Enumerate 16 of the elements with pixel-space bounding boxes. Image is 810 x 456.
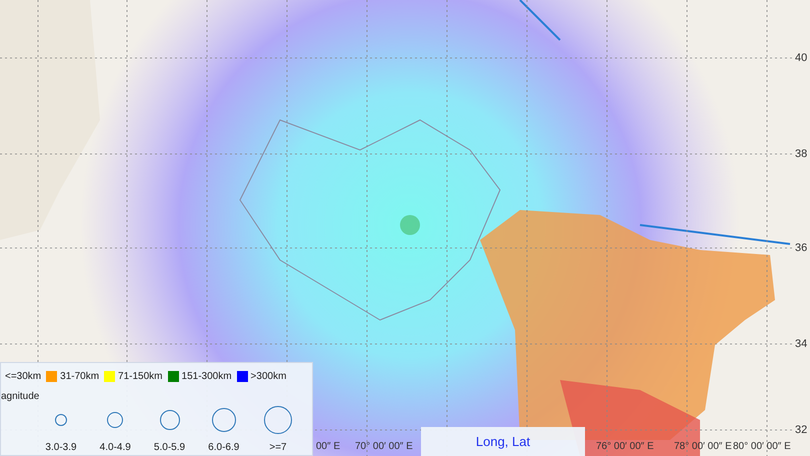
depth-label: 71-150km [118,370,163,384]
coordinate-label: Long, Lat [476,432,530,451]
depth-label: <=30km [5,370,42,384]
magnitude-label: >=7 [269,441,287,455]
magnitude-label: 5.0-5.9 [154,441,186,455]
magnitude-title: agnitude [1,390,40,404]
depth-label: 151-300km [182,370,232,384]
magnitude-label: 4.0-4.9 [100,441,131,455]
depth-label: 31-70km [60,370,100,384]
magnitude-label: 3.0-3.9 [45,441,77,455]
longitude-label: 00″ E [316,440,340,454]
depth-label: >300km [250,370,286,384]
longitude-label: 80° 00′ 00″ E [733,440,791,454]
magnitude-label: 6.0-6.9 [208,441,240,455]
longitude-label: 70° 00′ 00″ E [355,440,413,454]
longitude-label: 76° 00′ 00″ E [596,440,654,454]
